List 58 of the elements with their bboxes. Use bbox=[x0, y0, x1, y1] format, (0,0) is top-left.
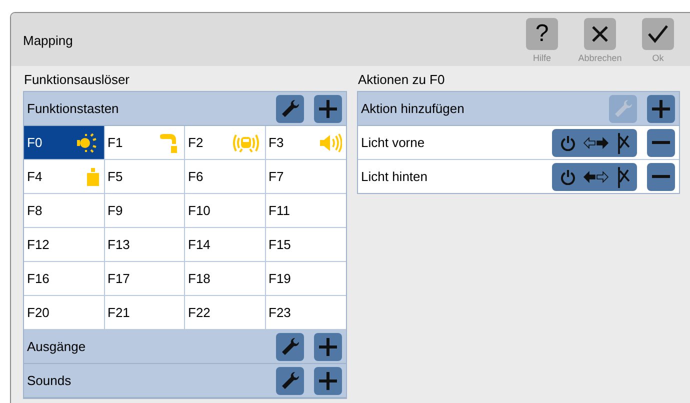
plus-icon bbox=[318, 98, 338, 118]
action-label: Licht hinten bbox=[361, 169, 428, 184]
function-key[interactable]: F21 bbox=[104, 296, 185, 330]
pantograph-icon bbox=[616, 132, 630, 154]
wrench-icon bbox=[280, 370, 300, 390]
horn-icon bbox=[158, 132, 180, 152]
plus-icon bbox=[318, 336, 338, 356]
minus-icon bbox=[651, 141, 671, 144]
edit-button[interactable] bbox=[276, 332, 304, 360]
function-key[interactable]: F17 bbox=[104, 262, 185, 296]
remove-button[interactable] bbox=[647, 128, 675, 156]
edit-button[interactable] bbox=[276, 94, 304, 122]
group-label: Sounds bbox=[27, 373, 72, 388]
function-key[interactable]: F14 bbox=[185, 228, 266, 262]
wrench-icon bbox=[280, 98, 300, 118]
function-key[interactable]: F13 bbox=[104, 228, 185, 262]
group-label: Ausgänge bbox=[27, 339, 87, 354]
function-key[interactable]: F5 bbox=[104, 160, 185, 194]
section-title: Funktionsauslöser bbox=[23, 71, 130, 89]
function-key[interactable]: F4 bbox=[24, 160, 104, 194]
plus-icon bbox=[651, 98, 671, 118]
add-button[interactable] bbox=[314, 94, 342, 122]
add-button[interactable] bbox=[647, 94, 675, 122]
group-label: Aktion hinzufügen bbox=[361, 101, 466, 116]
wrench-icon bbox=[280, 336, 300, 356]
function-key[interactable]: F18 bbox=[185, 262, 266, 296]
checkmark-icon bbox=[647, 24, 669, 44]
action-label: Licht vorne bbox=[361, 135, 426, 150]
action-settings-button[interactable] bbox=[552, 128, 637, 156]
plus-icon bbox=[318, 370, 338, 390]
wrench-icon bbox=[613, 98, 633, 118]
function-key[interactable]: F1 bbox=[104, 126, 185, 160]
window-title: Mapping bbox=[23, 33, 74, 48]
function-key[interactable]: F20 bbox=[24, 296, 104, 330]
signal-icon bbox=[230, 132, 260, 152]
weight-icon bbox=[86, 166, 100, 186]
power-icon bbox=[560, 134, 576, 150]
function-key[interactable]: F0 bbox=[24, 126, 104, 160]
function-key[interactable]: F6 bbox=[185, 160, 266, 194]
function-key[interactable]: F10 bbox=[185, 194, 266, 228]
section-title: Aktionen zu F0 bbox=[357, 71, 446, 89]
close-icon bbox=[590, 24, 610, 44]
minus-icon bbox=[651, 175, 671, 178]
function-key[interactable]: F12 bbox=[24, 228, 104, 262]
function-key[interactable]: F16 bbox=[24, 262, 104, 296]
speaker-icon bbox=[318, 132, 342, 152]
function-key[interactable]: F22 bbox=[185, 296, 266, 330]
add-button[interactable] bbox=[314, 332, 342, 360]
power-icon bbox=[560, 168, 576, 184]
edit-button[interactable] bbox=[276, 366, 304, 394]
add-button[interactable] bbox=[314, 366, 342, 394]
function-key[interactable]: F8 bbox=[24, 194, 104, 228]
function-key[interactable]: F2 bbox=[185, 126, 266, 160]
pantograph-icon bbox=[616, 166, 630, 188]
function-key[interactable]: F9 bbox=[104, 194, 185, 228]
remove-button[interactable] bbox=[647, 162, 675, 190]
action-settings-button[interactable] bbox=[552, 162, 637, 190]
group-label: Funktionstasten bbox=[27, 101, 120, 116]
